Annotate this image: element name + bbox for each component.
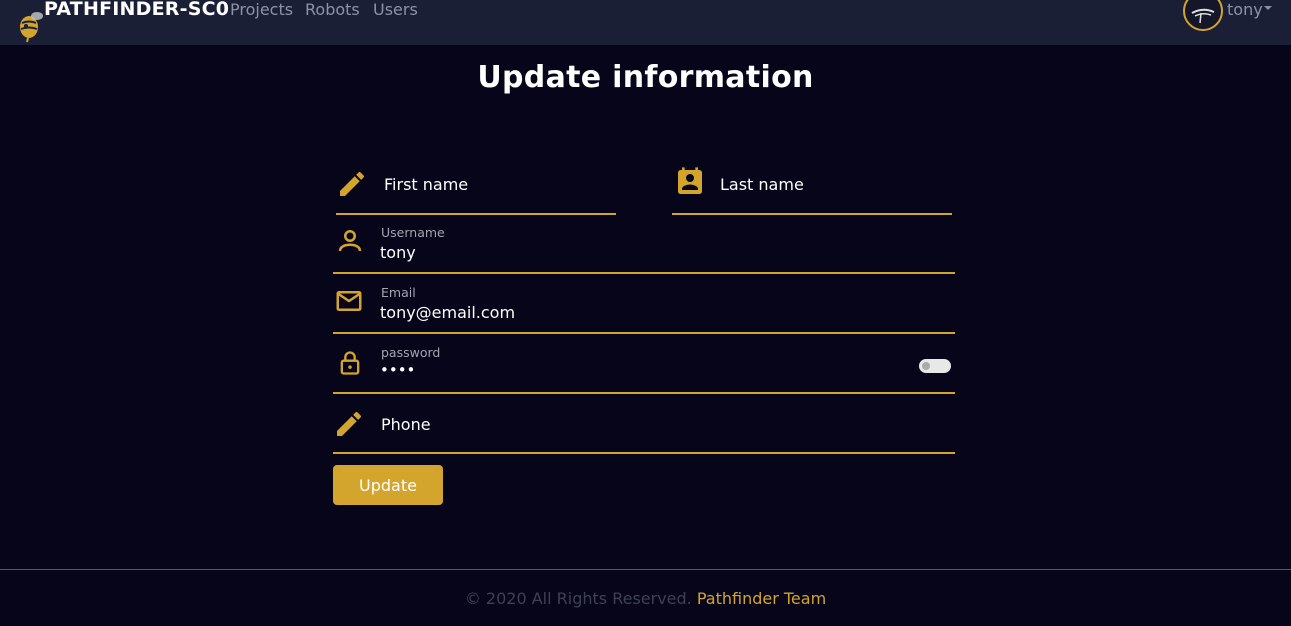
last-name-placeholder: Last name xyxy=(720,175,804,194)
username-field[interactable]: Username tony xyxy=(333,220,955,274)
lock-icon xyxy=(340,351,360,375)
first-name-field[interactable]: First name xyxy=(336,160,616,215)
password-value[interactable]: •••• xyxy=(380,361,415,379)
first-name-placeholder: First name xyxy=(384,175,469,194)
phone-placeholder: Phone xyxy=(381,415,431,434)
user-icon xyxy=(338,229,362,252)
pencil-icon xyxy=(340,171,365,196)
update-button[interactable]: Update xyxy=(333,465,443,505)
footer: © 2020 All Rights Reserved. Pathfinder T… xyxy=(0,589,1291,608)
user-avatar[interactable] xyxy=(1183,0,1223,31)
last-name-field[interactable]: Last name xyxy=(672,160,952,215)
nav-link-users[interactable]: Users xyxy=(373,0,418,19)
show-password-toggle[interactable] xyxy=(919,359,951,373)
brand-name[interactable]: PATHFINDER-SC0 xyxy=(44,0,229,20)
username-label: Username xyxy=(381,225,445,240)
contact-card-icon xyxy=(678,167,702,194)
nav-link-robots[interactable]: Robots xyxy=(305,0,360,19)
footer-divider xyxy=(0,569,1291,570)
page-title: Update information xyxy=(477,60,814,95)
toggle-knob xyxy=(922,362,930,370)
avatar-image-icon xyxy=(1191,8,1215,24)
user-menu-toggle[interactable]: tony xyxy=(1227,0,1263,19)
password-label: password xyxy=(381,345,441,360)
chevron-down-icon[interactable] xyxy=(1264,6,1272,10)
phone-field[interactable]: Phone xyxy=(333,400,955,454)
password-field[interactable]: password •••• xyxy=(333,340,955,394)
pencil-icon xyxy=(337,411,362,436)
email-field[interactable]: Email tony@email.com xyxy=(333,280,955,334)
username-value[interactable]: tony xyxy=(380,243,416,262)
mail-icon xyxy=(336,291,362,311)
email-value[interactable]: tony@email.com xyxy=(380,303,515,322)
footer-team-link[interactable]: Pathfinder Team xyxy=(697,589,826,608)
footer-copyright: © 2020 All Rights Reserved. xyxy=(464,589,692,608)
bee-logo-icon[interactable] xyxy=(16,3,46,43)
navbar: PATHFINDER-SC0 Projects Robots Users ton… xyxy=(0,0,1291,45)
email-label: Email xyxy=(381,285,416,300)
nav-link-projects[interactable]: Projects xyxy=(230,0,293,19)
